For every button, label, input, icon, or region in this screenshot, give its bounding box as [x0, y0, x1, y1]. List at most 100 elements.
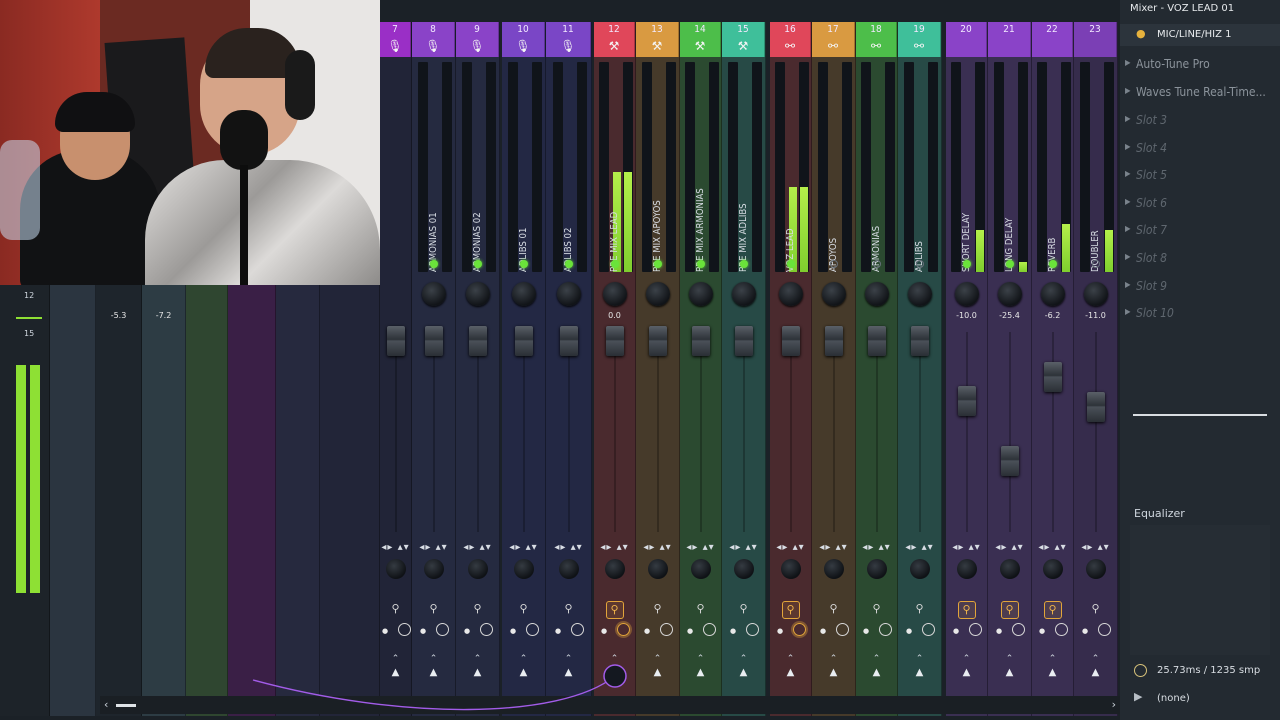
stereo-arrows-icon[interactable]: ◂▸ ▴▾ [898, 542, 941, 553]
pan-knob[interactable] [1040, 282, 1065, 306]
stereo-arrows-icon[interactable]: ◂▸ ▴▾ [1032, 542, 1073, 553]
mixer-strip-17[interactable]: 17 ⚯ APOYOS ◂▸ ▴▾ ⚲ ● ⌃ ▲ [812, 22, 856, 716]
mute-led[interactable] [429, 260, 438, 268]
stereo-arrows-icon[interactable]: ◂▸ ▴▾ [594, 542, 635, 553]
volume-fader[interactable] [514, 326, 533, 356]
stereo-knob[interactable] [467, 559, 488, 579]
strip-header[interactable]: 19 ⚯ [898, 22, 941, 57]
strip-6b[interactable] [320, 285, 380, 716]
pan-knob[interactable] [421, 282, 446, 306]
clock-icon[interactable] [746, 623, 759, 636]
clock-icon[interactable] [660, 623, 673, 636]
strip-header[interactable]: 11 🎙︎ [546, 22, 591, 57]
equalizer-area[interactable] [1130, 525, 1270, 655]
route-triangle-icon[interactable]: ▲ [722, 667, 765, 678]
route-triangle-icon[interactable]: ▲ [636, 667, 679, 678]
strip-header[interactable]: 10 🎙︎ [502, 22, 545, 57]
strip-header[interactable]: 14 ⚒ [680, 22, 721, 57]
volume-fader[interactable] [734, 326, 753, 356]
arm-record-button[interactable]: ⚲ [387, 601, 405, 619]
strip-header[interactable]: 8 🎙︎ [412, 22, 455, 57]
strip-name[interactable]: LONG DELAY [1004, 182, 1018, 272]
scroll-right-icon[interactable]: › [1112, 698, 1116, 711]
mute-led[interactable] [473, 260, 482, 268]
stereo-knob[interactable] [780, 559, 801, 579]
strip-name[interactable]: ADLIBS 01 [518, 182, 532, 272]
volume-fader[interactable] [559, 326, 578, 356]
arm-record-button[interactable]: ⚲ [1087, 601, 1105, 619]
arm-record-button[interactable]: ⚲ [868, 601, 886, 619]
mixer-strip-12[interactable]: 12 ⚒ PRE MIX LEAD 0.0 ◂▸ ▴▾ ⚲ ● ⌃ ▲ [594, 22, 636, 716]
scroll-thumb[interactable] [116, 704, 136, 707]
mixer-strip-13[interactable]: 13 ⚒ PRE MIX APOYOS ◂▸ ▴▾ ⚲ ● ⌃ ▲ [636, 22, 680, 716]
volume-fader[interactable] [957, 386, 976, 416]
stereo-knob[interactable] [866, 559, 887, 579]
pan-knob[interactable] [954, 282, 979, 306]
route-triangle-icon[interactable]: ▲ [856, 667, 897, 678]
route-triangle-icon[interactable]: ▲ [988, 667, 1031, 678]
route-triangle-icon[interactable]: ▲ [898, 667, 941, 678]
stereo-arrows-icon[interactable]: ◂▸ ▴▾ [770, 542, 811, 553]
mixer-strip-8[interactable]: 8 🎙︎ ARMONIAS 01 ◂▸ ▴▾ ⚲ ● ⌃ ▲ [412, 22, 456, 716]
strip-name[interactable]: PRE MIX ADLIBS [738, 182, 752, 273]
route-up-icon[interactable]: ⌃ [546, 654, 591, 664]
stereo-arrows-icon[interactable]: ◂▸ ▴▾ [636, 542, 679, 553]
stereo-knob[interactable] [558, 559, 579, 579]
pan-knob[interactable] [1083, 282, 1108, 306]
volume-fader[interactable] [781, 326, 800, 356]
stereo-arrows-icon[interactable]: ◂▸ ▴▾ [380, 542, 411, 553]
scroll-left-icon[interactable]: ‹ [104, 698, 108, 711]
arm-record-button[interactable]: ⚲ [469, 601, 487, 619]
strip-header[interactable]: 9 🎙︎ [456, 22, 499, 57]
volume-fader[interactable] [824, 326, 843, 356]
route-up-icon[interactable]: ⌃ [680, 654, 721, 664]
route-triangle-icon[interactable]: ▲ [946, 667, 987, 678]
stereo-arrows-icon[interactable]: ◂▸ ▴▾ [812, 542, 855, 553]
strip-4[interactable] [186, 285, 228, 716]
stereo-knob[interactable] [999, 559, 1020, 579]
stereo-knob[interactable] [690, 559, 711, 579]
effect-slot-3[interactable]: ▶ Slot 3 [1125, 113, 1276, 127]
strip-header[interactable]: 12 ⚒ [594, 22, 635, 57]
volume-fader[interactable] [691, 326, 710, 356]
clock-icon[interactable] [879, 623, 892, 636]
clock-icon[interactable] [526, 623, 539, 636]
stereo-knob[interactable] [385, 559, 406, 579]
volume-fader[interactable] [468, 326, 487, 356]
arm-record-button[interactable]: ⚲ [560, 601, 578, 619]
strip-header[interactable]: 17 ⚯ [812, 22, 855, 57]
arm-record-button[interactable]: ⚲ [911, 601, 929, 619]
route-up-icon[interactable]: ⌃ [456, 654, 499, 664]
effect-slot-8[interactable]: ▶ Slot 8 [1125, 251, 1276, 265]
output-select[interactable]: (none) [1157, 693, 1190, 704]
mixer-scrollbar[interactable]: ‹ › [100, 696, 1120, 714]
strip-name[interactable]: ARMONIAS 01 [428, 182, 442, 272]
effect-slot-5[interactable]: ▶ Slot 5 [1125, 168, 1276, 182]
arm-record-button[interactable]: ⚲ [957, 601, 976, 619]
mixer-strip-21[interactable]: 21 LONG DELAY -25.4 ◂▸ ▴▾ ⚲ ● ⌃ ▲ [988, 22, 1032, 716]
mixer-strip-23[interactable]: 23 DOUBLER -11.0 ◂▸ ▴▾ ⚲ ● ⌃ ▲ [1074, 22, 1118, 716]
stereo-arrows-icon[interactable]: ◂▸ ▴▾ [412, 542, 455, 553]
volume-fader[interactable] [1043, 362, 1062, 392]
mute-led[interactable] [653, 260, 662, 268]
strip-name[interactable]: ADLIBS 02 [563, 182, 577, 272]
volume-fader[interactable] [910, 326, 929, 356]
stereo-arrows-icon[interactable]: ◂▸ ▴▾ [988, 542, 1031, 553]
clock-icon[interactable] [436, 623, 449, 636]
clock-icon[interactable] [1055, 623, 1068, 636]
pan-knob[interactable] [997, 282, 1022, 306]
strip-header[interactable]: 15 ⚒ [722, 22, 765, 57]
route-up-icon[interactable]: ⌃ [946, 654, 987, 664]
stereo-knob[interactable] [1085, 559, 1106, 579]
strip-header[interactable]: 16 ⚯ [770, 22, 811, 57]
pan-knob[interactable] [907, 282, 932, 306]
stereo-arrows-icon[interactable]: ◂▸ ▴▾ [456, 542, 499, 553]
route-triangle-icon[interactable]: ▲ [1074, 667, 1117, 678]
arm-record-button[interactable]: ⚲ [1000, 601, 1019, 619]
arm-record-button[interactable]: ⚲ [605, 601, 624, 619]
input-select[interactable]: ● MIC/LINE/HIZ 1 [1120, 24, 1280, 46]
mixer-strip-10[interactable]: 10 🎙︎ ADLIBS 01 ◂▸ ▴▾ ⚲ ● ⌃ ▲ [502, 22, 546, 716]
strip-name[interactable]: PRE MIX APOYOS [652, 182, 666, 272]
route-up-icon[interactable]: ⌃ [380, 654, 411, 664]
arm-record-button[interactable]: ⚲ [781, 601, 800, 619]
